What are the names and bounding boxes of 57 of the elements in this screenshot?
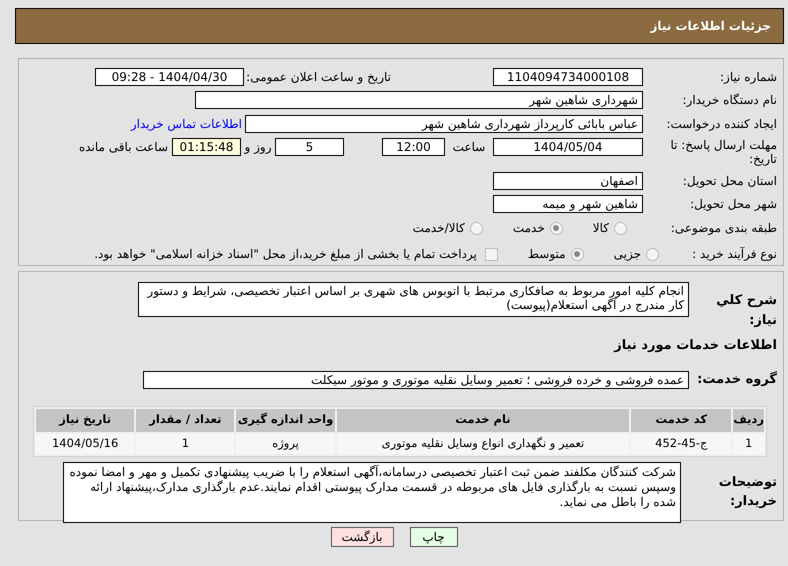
text-field[interactable]: 12:00: [382, 138, 445, 156]
table-cell: تعمیر و نگهداری انواع وسایل نقلیه موتوری: [336, 434, 630, 454]
radio-button[interactable]: [470, 222, 483, 235]
column-header: نام خدمت: [336, 408, 630, 432]
field-label: شماره نیاز:: [719, 69, 777, 86]
field-label: نوع فرآیند خرید :: [691, 246, 777, 264]
field-label: ساعت باقی مانده: [78, 138, 168, 156]
text-field[interactable]: اصفهان: [493, 172, 643, 190]
checkbox-label: پرداخت تمام یا بخشی از مبلغ خرید،از محل "اسناد خزانه اسلامی" خواهد بود.: [94, 246, 477, 264]
text-field[interactable]: عباس بابائی کارپرداز شهرداری شاهین شهر: [245, 114, 643, 133]
radio-label: خدمت: [512, 220, 545, 238]
radio-label: متوسط: [528, 246, 566, 264]
column-header: واحد اندازه گیری: [236, 408, 335, 432]
back-button[interactable]: بازگشت: [330, 527, 394, 547]
text-field[interactable]: شاهین شهر و میمه: [493, 194, 643, 213]
field-label: شرح کلي نياز:: [715, 292, 777, 330]
field-label: ایجاد کننده درخواست:: [665, 116, 777, 133]
radio-button[interactable]: [550, 222, 563, 235]
checkbox[interactable]: [484, 248, 498, 261]
text-field[interactable]: عمده فروشی و خرده فروشی ؛ تعمیر وسایل نقلیه موتوری و موتور سیکلت: [143, 370, 689, 389]
section-heading: اطلاعات خدمات مورد نیاز: [614, 338, 777, 353]
description-textarea[interactable]: انجام کلیه امور مربوط به صافکاری مرتبط با اتوبوس های شهری بر اساس اعتبار تخصیصی، شرایط و دستور کار مندرج در آگهی استعلام(پیوست): [138, 282, 689, 317]
table-cell: 1: [733, 434, 764, 454]
field-label: تاریخ و ساعت اعلان عمومی:: [245, 69, 391, 86]
print-button[interactable]: چاپ: [410, 527, 458, 547]
text-field[interactable]: 1404/04/30 - 09:28: [95, 68, 244, 86]
field-label: ساعت: [452, 138, 486, 156]
text-field[interactable]: 1104094734000108: [493, 68, 643, 86]
table-cell: ج-45-452: [631, 434, 732, 454]
text-field[interactable]: 01:15:48: [172, 138, 241, 156]
column-header: تاریخ نیاز: [36, 408, 134, 432]
field-label: طبقه بندی موضوعی:: [670, 220, 777, 238]
text-field[interactable]: شهرداری شاهین شهر: [195, 91, 643, 110]
field-label: شهر محل تحویل:: [689, 196, 777, 213]
text-field[interactable]: 1404/05/04: [493, 138, 643, 156]
field-label: مهلت ارسال پاسخ: تا تاریخ:: [669, 138, 777, 166]
table-cell: پروژه: [236, 434, 335, 454]
radio-button[interactable]: [570, 248, 584, 261]
field-label: استان محل تحویل:: [682, 172, 777, 190]
radio-label: کالا: [592, 220, 609, 238]
text-field[interactable]: 5: [275, 138, 344, 156]
notes-textarea[interactable]: شرکت کنندگان مکلفند ضمن ثبت اعتبار تخصیصی درسامانه،آگهی استعلام را با ضریب پیشنهادی تکمیل و مهر و امضا نموده وسپس نسبت به بارگذاری فایل های مربوطه در قسمت مدارک پیوستی اقدام نمایند.عدم بارگذاری مدارک،پیشنهاد ارائه شده را باطل می نماید.: [63, 462, 681, 522]
column-header: تعداد / مقدار: [136, 408, 234, 432]
radio-button[interactable]: [614, 222, 627, 235]
radio-label: جزیی: [614, 246, 641, 264]
table-cell: 1: [136, 434, 234, 454]
column-header: ردیف: [733, 408, 764, 432]
radio-button[interactable]: [646, 248, 659, 261]
buyer-contact-link[interactable]: اطلاعات تماس خریدار: [130, 114, 242, 133]
table-cell: 1404/05/16: [36, 434, 134, 454]
field-label: نام دستگاه خریدار:: [682, 92, 777, 110]
field-label: گروه خدمت:: [696, 370, 777, 389]
field-label: توضیحات خریدار:: [718, 474, 777, 511]
field-label: روز و: [243, 138, 272, 156]
page-title: جزئیات اطلاعات نیاز: [650, 18, 771, 35]
radio-label: کالا/خدمت: [412, 220, 465, 238]
column-header: کد خدمت: [631, 408, 732, 432]
